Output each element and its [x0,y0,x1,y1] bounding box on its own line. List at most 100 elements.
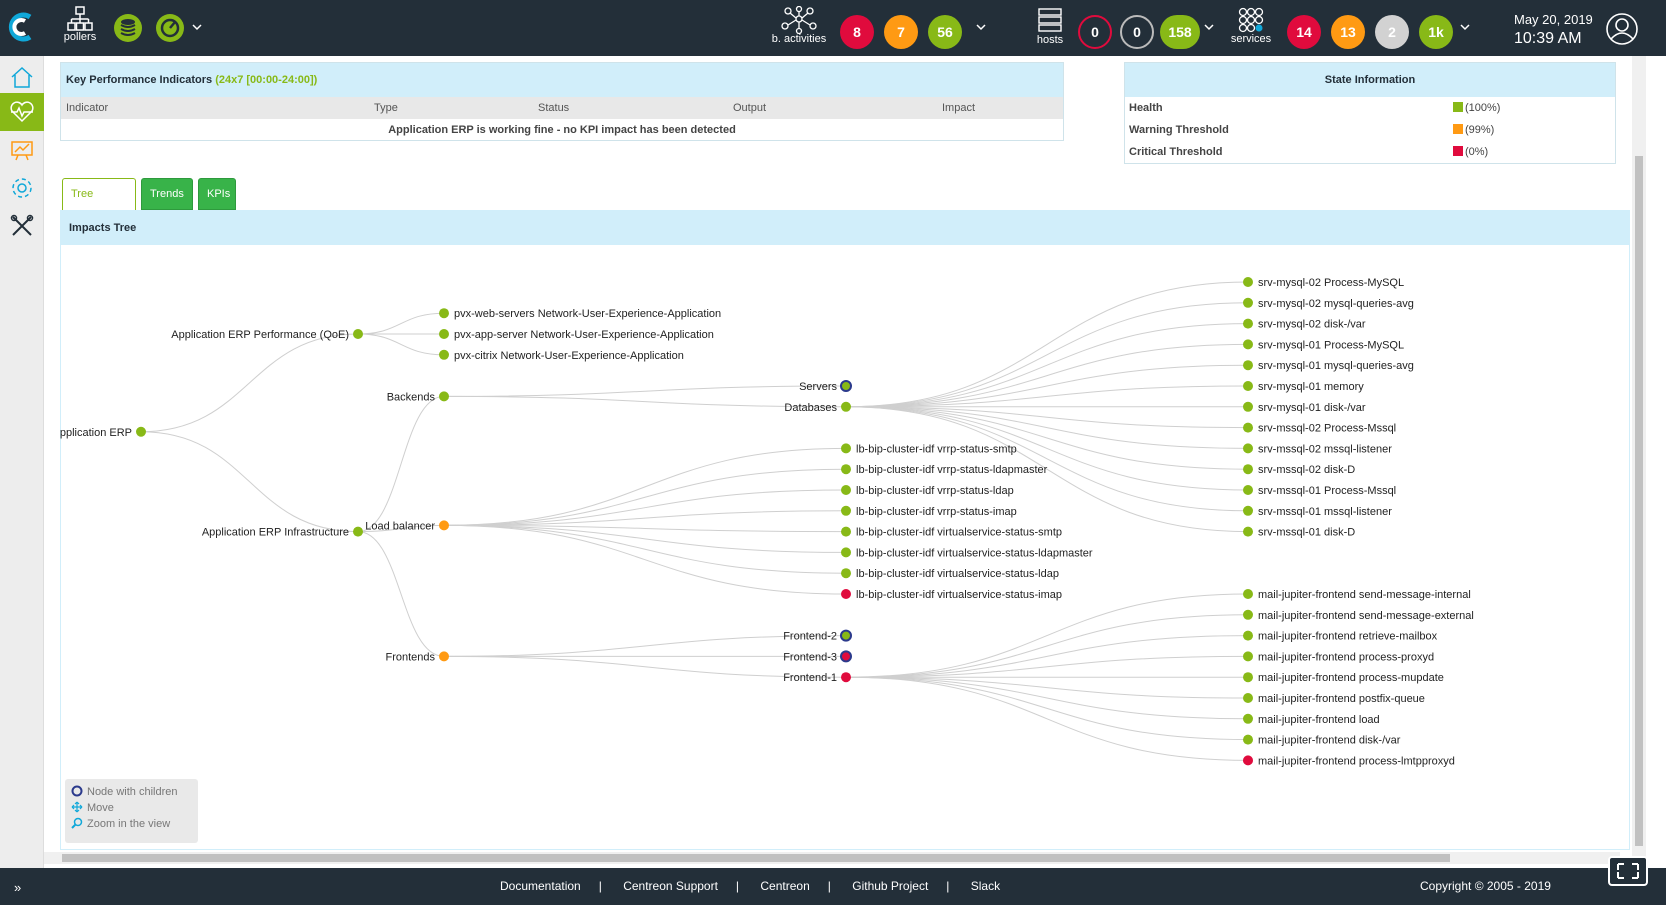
services-unknown-badge[interactable]: 2 [1375,15,1409,49]
tree-node-qoe[interactable]: Application ERP Performance (QoE) [171,329,363,341]
tree-node-dot[interactable] [1243,422,1253,433]
tab-kpis[interactable]: KPIs [198,178,236,210]
tree-node-dot[interactable] [353,526,363,537]
tree-node-dot[interactable] [1243,297,1253,308]
tree-node-dot[interactable] [1243,464,1253,475]
services-critical-badge[interactable]: 14 [1287,15,1321,49]
tree-node-dot[interactable] [1243,443,1253,454]
tree-node-dot[interactable] [841,526,851,537]
tree-node-fe1[interactable]: Frontend-1 [783,672,851,684]
tree-node-lb7[interactable]: lb-bip-cluster-idf virtualservice-status… [841,568,1059,580]
tree-node-dot[interactable] [1243,713,1253,724]
tree-node-dot[interactable] [1243,651,1253,662]
sidebar-item-home[interactable] [0,58,44,96]
database-status-icon[interactable] [113,13,143,48]
tree-node-lb8[interactable]: lb-bip-cluster-idf virtualservice-status… [841,589,1062,601]
tree-node-m8[interactable]: mail-jupiter-frontend disk-/var [1243,734,1401,747]
tree-node-dot[interactable] [1243,672,1253,683]
tree-node-m1[interactable]: mail-jupiter-frontend send-message-inter… [1243,589,1471,601]
tree-node-dot[interactable] [1243,401,1253,412]
footer-link-slack[interactable]: Slack [971,879,1000,893]
tree-node-dot[interactable] [1243,589,1253,599]
footer-link-support[interactable]: Centreon Support [623,879,718,893]
tree-node-dot[interactable] [840,629,852,642]
tree-node-db7[interactable]: srv-mysql-01 disk-/var [1243,401,1366,414]
tree-node-lb[interactable]: Load balancer [365,520,449,532]
tree-node-frontends[interactable]: Frontends [385,651,449,663]
tree-node-dot[interactable] [841,443,851,454]
tree-node-dot[interactable] [1243,360,1253,371]
tree-node-dot[interactable] [439,308,449,319]
tree-node-m3[interactable]: mail-jupiter-frontend retrieve-mailbox [1243,630,1438,643]
footer-link-documentation[interactable]: Documentation [500,879,581,893]
activities-critical-badge[interactable]: 8 [840,15,874,49]
tree-node-dot[interactable] [1243,277,1253,287]
tree-node-pvx3[interactable]: pvx-citrix Network-User-Experience-Appli… [439,349,684,362]
tree-node-m4[interactable]: mail-jupiter-frontend process-proxyd [1243,651,1434,663]
tree-node-dot[interactable] [439,329,449,339]
tree-node-lb2[interactable]: lb-bip-cluster-idf vrrp-status-ldapmaste… [841,464,1048,476]
sidebar-item-reporting[interactable] [0,131,44,169]
impacts-tree-canvas[interactable]: Application ERP Application ERP Performan… [60,244,1626,839]
fullscreen-button[interactable] [1608,856,1648,886]
sidebar-item-monitoring[interactable] [0,93,44,131]
hosts-up-badge[interactable]: 158 [1160,15,1200,49]
tree-node-lb4[interactable]: lb-bip-cluster-idf vrrp-status-imap [841,505,1017,518]
vertical-scrollbar[interactable] [1632,56,1646,864]
tree-node-lb6[interactable]: lb-bip-cluster-idf virtualservice-status… [841,547,1093,559]
tree-node-dot[interactable] [1243,485,1253,495]
tree-node-dot[interactable] [840,650,852,663]
tree-node-dot[interactable] [841,568,851,579]
tree-node-db13[interactable]: srv-mssql-01 disk-D [1243,526,1355,539]
tree-node-db2[interactable]: srv-mysql-02 mysql-queries-avg [1243,297,1414,310]
services-warning-badge[interactable]: 13 [1331,15,1365,49]
tab-tree-impact[interactable]: Tree Impact [62,178,136,230]
tree-node-dot[interactable] [841,589,851,599]
tree-node-dot[interactable] [1243,526,1253,537]
centreon-logo[interactable] [6,10,40,44]
tree-node-dot[interactable] [840,380,852,392]
tree-node-backends[interactable]: Backends [387,391,449,403]
tree-node-pvx2[interactable]: pvx-app-server Network-User-Experience-A… [439,329,714,341]
tree-node-lb3[interactable]: lb-bip-cluster-idf vrrp-status-ldap [841,485,1014,497]
tree-node-dot[interactable] [841,485,851,495]
tree-node-db3[interactable]: srv-mysql-02 disk-/var [1243,318,1366,331]
user-avatar-icon[interactable] [1606,13,1638,50]
tree-node-infra[interactable]: Application ERP Infrastructure [202,526,363,539]
scrollbar-thumb[interactable] [62,854,1450,862]
tree-node-db4[interactable]: srv-mysql-01 Process-MySQL [1243,339,1404,351]
activities-menu[interactable]: b. activities [766,5,832,45]
tree-node-db1[interactable]: srv-mysql-02 Process-MySQL [1243,277,1404,289]
services-ok-badge[interactable]: 1k [1419,15,1453,49]
hosts-unreachable-badge[interactable]: 0 [1120,15,1154,49]
tree-node-dot[interactable] [1243,381,1253,391]
horizontal-scrollbar[interactable] [44,852,1620,864]
tree-node-m5[interactable]: mail-jupiter-frontend process-mupdate [1243,672,1444,684]
services-menu[interactable]: services [1228,6,1274,45]
poller-status-icon[interactable] [155,13,185,48]
tree-node-fe3[interactable]: Frontend-3 [783,650,852,663]
tree-node-dot[interactable] [841,672,851,683]
tree-node-db9[interactable]: srv-mssql-02 mssql-listener [1243,443,1392,455]
tree-node-dot[interactable] [1243,630,1253,641]
tree-node-pvx1[interactable]: pvx-web-servers Network-User-Experience-… [439,308,721,320]
tree-node-dot[interactable] [1243,318,1253,329]
tree-node-lb5[interactable]: lb-bip-cluster-idf virtualservice-status… [841,526,1062,539]
tree-node-dot[interactable] [841,401,851,412]
pollers-menu[interactable]: pollers [60,6,100,43]
tab-trends[interactable]: Trends [141,178,193,210]
tree-node-dot[interactable] [439,520,449,531]
tree-node-dot[interactable] [841,505,851,516]
tree-node-dot[interactable] [439,651,449,662]
tree-node-m6[interactable]: mail-jupiter-frontend postfix-queue [1243,693,1425,705]
tree-node-dot[interactable] [1243,505,1253,516]
tree-node-m9[interactable]: mail-jupiter-frontend process-lmtpproxyd [1243,755,1455,767]
tree-node-db11[interactable]: srv-mssql-01 Process-Mssql [1243,485,1396,497]
sidebar-collapse-button[interactable]: » [14,880,21,895]
tree-node-dot[interactable] [1243,693,1253,703]
tree-node-databases[interactable]: Databases [784,401,851,414]
tree-node-dot[interactable] [136,426,146,437]
tree-node-dot[interactable] [1243,755,1253,766]
tree-node-dot[interactable] [841,547,851,558]
tree-node-fe2[interactable]: Frontend-2 [783,629,852,643]
